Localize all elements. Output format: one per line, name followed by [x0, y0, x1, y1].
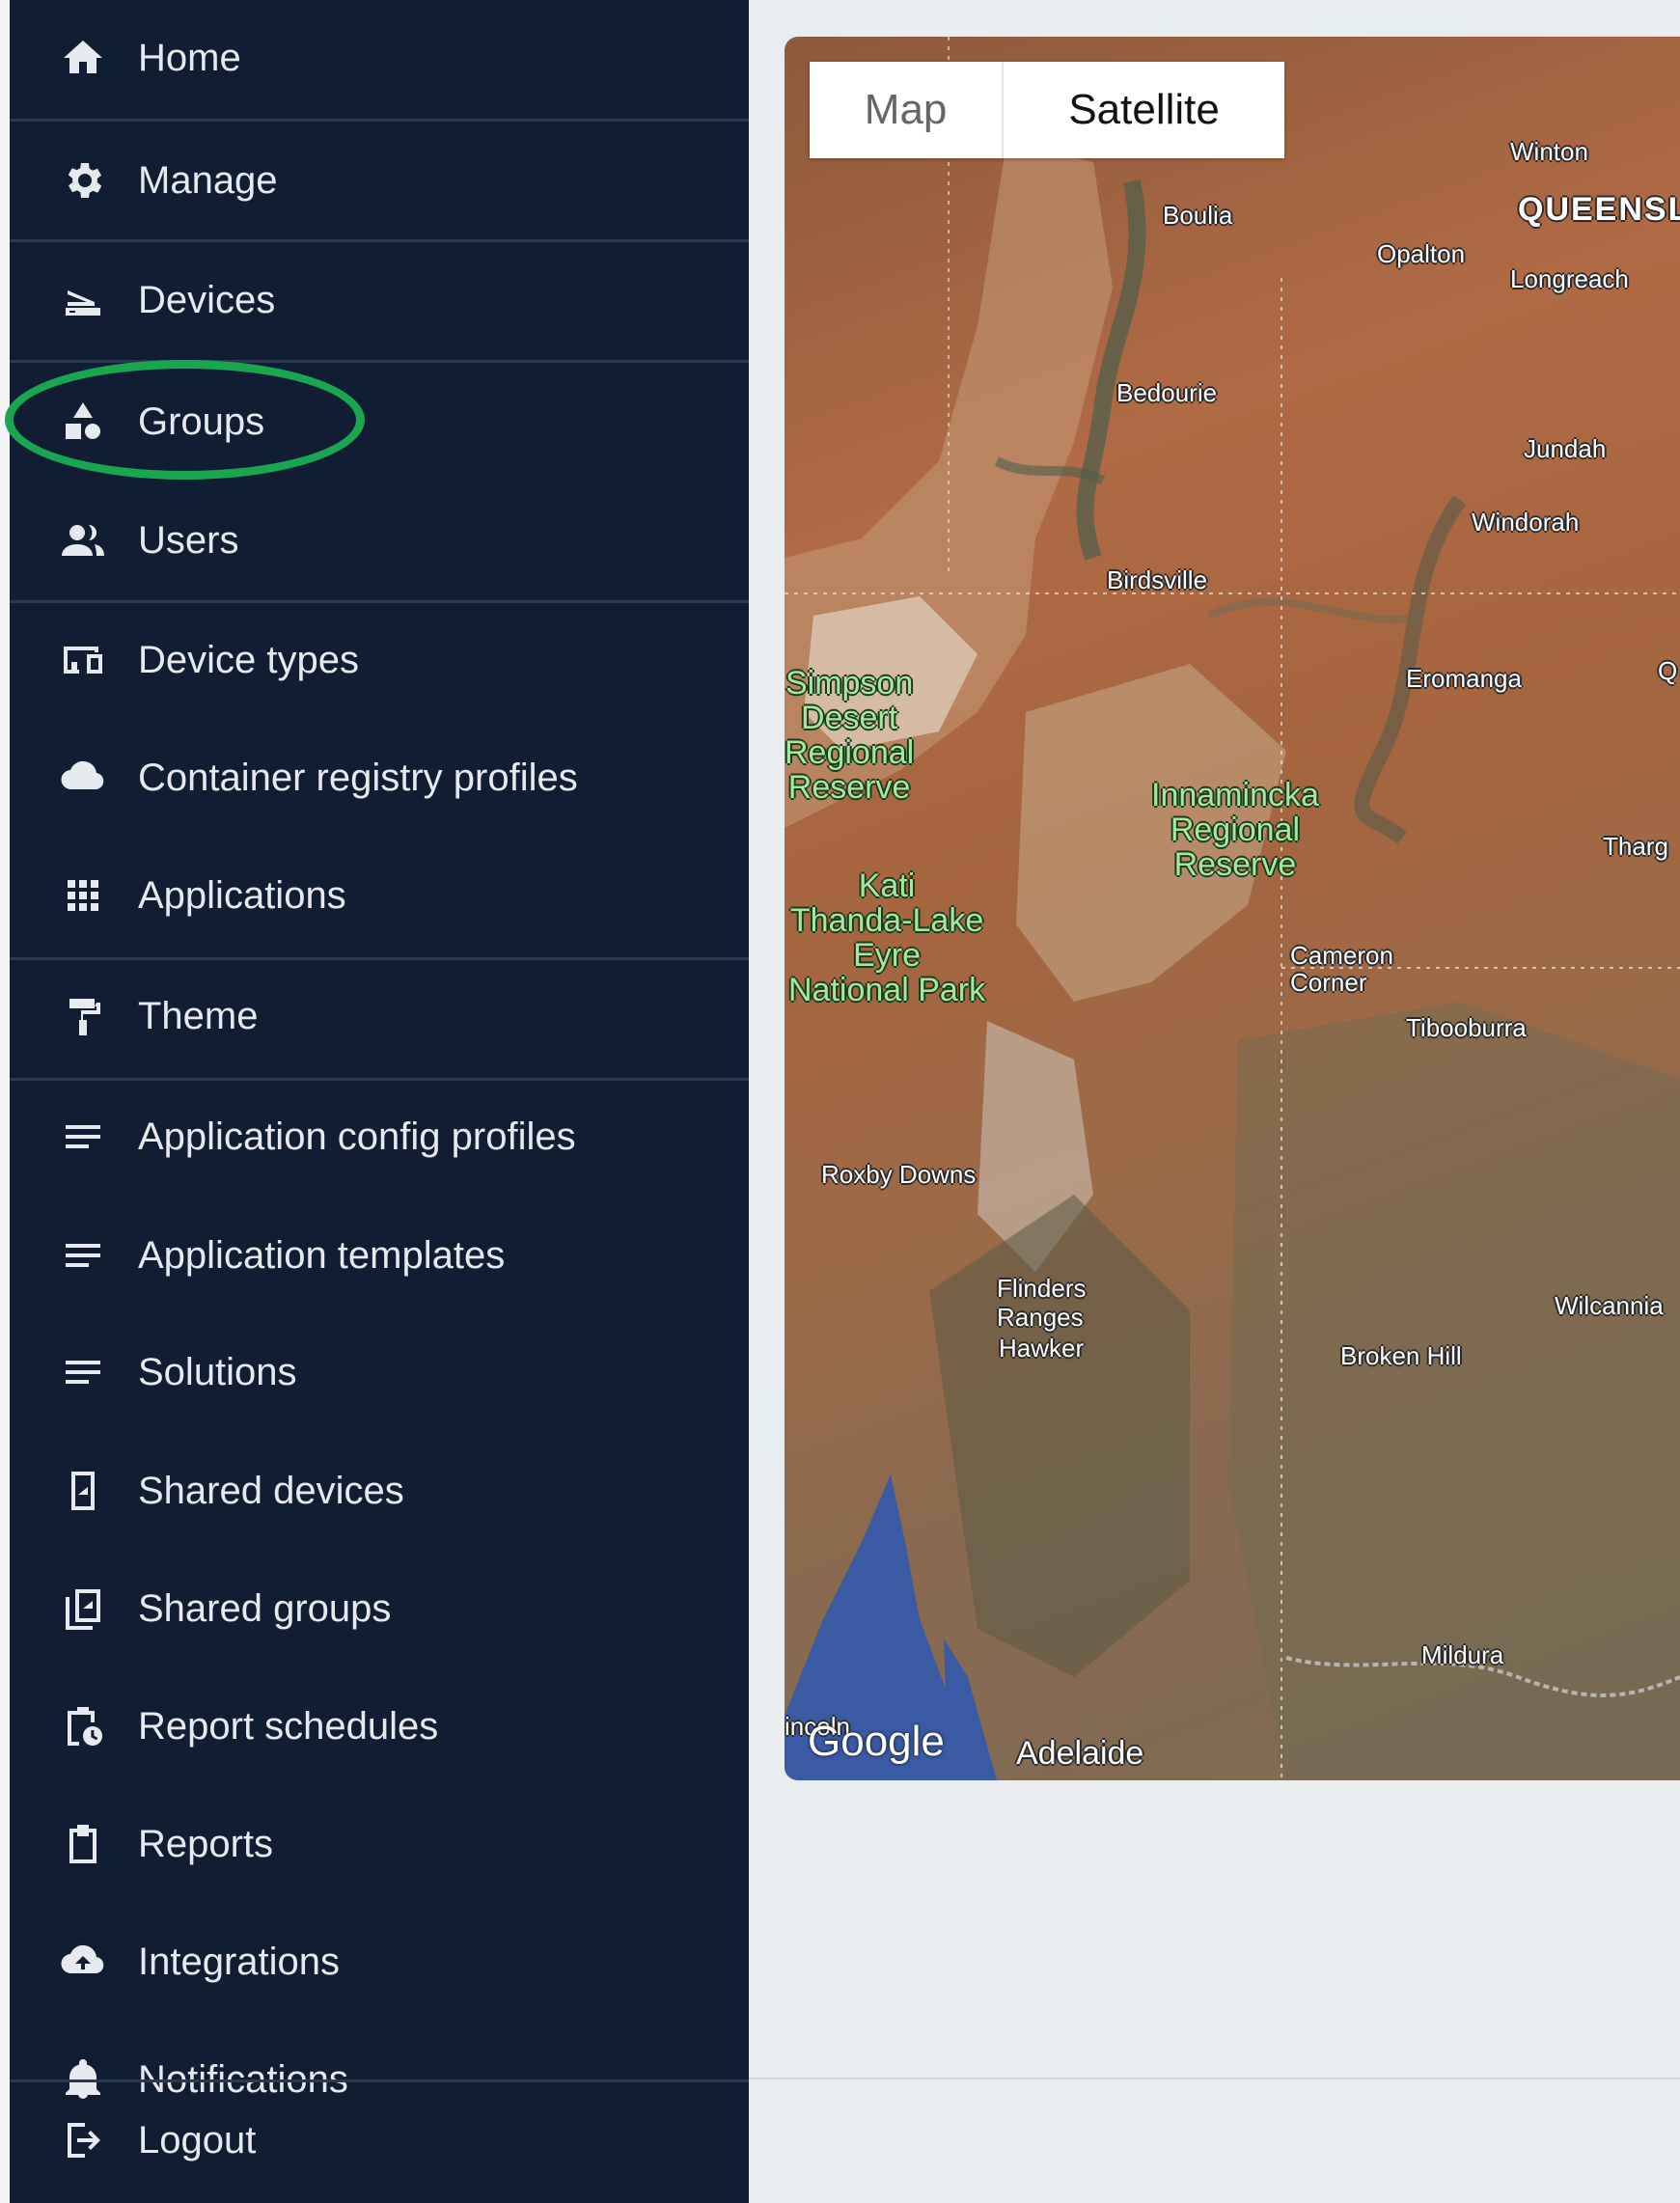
sidebar-item-label: Theme [138, 994, 259, 1037]
sidebar: Home Manage Devices Groups Users Device … [10, 0, 749, 2203]
map-label-longreach: Longreach [1510, 264, 1629, 293]
sidebar-item-label: Shared devices [138, 1469, 404, 1512]
map-label-adelaide: Adelaide [1016, 1735, 1144, 1772]
map-label-kati-thanda: Kati Thanda-Lake Eyre National Park [788, 867, 986, 1008]
divider [10, 2079, 749, 2082]
map-label-birdsville: Birdsville [1107, 565, 1208, 594]
sidebar-item-label: Users [138, 518, 239, 562]
divider [10, 600, 749, 603]
sidebar-item-label: Devices [138, 278, 276, 321]
sidebar-item-device-types[interactable]: Device types [10, 614, 749, 706]
divider [10, 1078, 749, 1081]
map-label-broken-hill: Broken Hill [1340, 1341, 1462, 1370]
map-label-simpson-desert: Simpson Desert Regional Reserve [785, 665, 915, 806]
map-label-windorah: Windorah [1472, 508, 1580, 537]
sidebar-item-label: Groups [138, 399, 265, 443]
map-label-thargomindah: Tharg [1603, 832, 1668, 861]
divider [10, 360, 749, 363]
map-label-opalton: Opalton [1377, 239, 1466, 268]
sidebar-item-label: Container registry profiles [138, 756, 578, 799]
map-label-innamincka: Innamincka Regional Reserve [1151, 777, 1319, 883]
satellite-map[interactable]: Map Satellite Winton QUEENSL Boulia Opal… [785, 37, 1680, 1780]
map-label-quilpie: Q [1658, 656, 1678, 685]
home-icon [48, 23, 118, 93]
sidebar-item-integrations[interactable]: Integrations [10, 1915, 749, 2008]
shapes-icon [48, 387, 118, 456]
map-view-button[interactable]: Map [810, 62, 1002, 158]
sidebar-item-label: Device types [138, 638, 359, 681]
map-type-control: Map Satellite [810, 62, 1284, 158]
sidebar-item-label: Applications [138, 873, 346, 917]
map-label-cameron-corner: Cameron Corner [1290, 941, 1393, 997]
sidebar-item-label: Solutions [138, 1350, 297, 1393]
apps-grid-icon [48, 861, 118, 930]
sidebar-item-application-templates[interactable]: Application templates [10, 1209, 749, 1302]
left-edge [0, 0, 10, 2203]
sidebar-item-home[interactable]: Home [10, 12, 749, 104]
sidebar-item-solutions[interactable]: Solutions [10, 1326, 749, 1418]
sidebar-item-logout[interactable]: Logout [10, 2094, 749, 2187]
lines-icon [48, 1102, 118, 1171]
sidebar-item-container-registry-profiles[interactable]: Container registry profiles [10, 731, 749, 824]
sidebar-item-report-schedules[interactable]: Report schedules [10, 1680, 749, 1773]
sidebar-item-applications[interactable]: Applications [10, 849, 749, 942]
paint-roller-icon [48, 981, 118, 1051]
map-label-tibooburra: Tibooburra [1406, 1013, 1527, 1042]
shared-groups-icon [48, 1574, 118, 1643]
sidebar-item-label: Logout [138, 2118, 257, 2162]
map-label-bedourie: Bedourie [1116, 378, 1218, 407]
cloud-icon [48, 743, 118, 812]
divider [10, 239, 749, 242]
sidebar-item-label: Home [138, 36, 241, 79]
sidebar-item-shared-devices[interactable]: Shared devices [10, 1445, 749, 1537]
sidebar-item-shared-groups[interactable]: Shared groups [10, 1562, 749, 1655]
logout-icon [48, 2106, 118, 2175]
map-label-wilcannia: Wilcannia [1555, 1291, 1664, 1320]
devices-icon [48, 625, 118, 695]
sidebar-item-label: Report schedules [138, 1704, 439, 1748]
sidebar-item-theme[interactable]: Theme [10, 970, 749, 1062]
lines-icon [48, 1337, 118, 1407]
clipboard-icon [48, 1809, 118, 1879]
map-label-hawker: Hawker [999, 1334, 1085, 1363]
google-attribution[interactable]: Google [808, 1718, 945, 1766]
map-label-winton: Winton [1510, 137, 1588, 166]
sidebar-item-groups[interactable]: Groups [10, 375, 749, 468]
footer-divider [749, 2078, 1680, 2079]
sidebar-item-label: Application config profiles [138, 1115, 576, 1158]
router-icon [48, 265, 118, 335]
map-label-flinders-ranges: Flinders Ranges [997, 1274, 1087, 1332]
satellite-view-button[interactable]: Satellite [1002, 62, 1284, 158]
sidebar-item-label: Shared groups [138, 1586, 392, 1630]
sidebar-item-application-config-profiles[interactable]: Application config profiles [10, 1090, 749, 1183]
sidebar-item-devices[interactable]: Devices [10, 254, 749, 346]
divider [10, 119, 749, 122]
map-label-roxby-downs: Roxby Downs [821, 1160, 977, 1189]
lines-icon [48, 1221, 118, 1290]
map-label-queensland: QUEENSL [1518, 191, 1680, 228]
map-label-boulia: Boulia [1163, 201, 1233, 230]
cloud-upload-icon [48, 1927, 118, 1996]
sidebar-item-manage[interactable]: Manage [10, 134, 749, 227]
sidebar-item-label: Integrations [138, 1940, 341, 1983]
sidebar-item-label: Manage [138, 158, 278, 202]
divider [10, 957, 749, 960]
shared-device-icon [48, 1456, 118, 1526]
map-label-jundah: Jundah [1524, 434, 1607, 463]
map-label-eromanga: Eromanga [1406, 664, 1522, 693]
map-label-mildura: Mildura [1421, 1640, 1504, 1669]
sidebar-item-users[interactable]: Users [10, 494, 749, 587]
clipboard-clock-icon [48, 1692, 118, 1761]
sidebar-item-label: Application templates [138, 1233, 506, 1277]
sidebar-item-reports[interactable]: Reports [10, 1798, 749, 1890]
sidebar-item-label: Reports [138, 1822, 274, 1865]
gear-icon [48, 146, 118, 215]
users-icon [48, 506, 118, 575]
